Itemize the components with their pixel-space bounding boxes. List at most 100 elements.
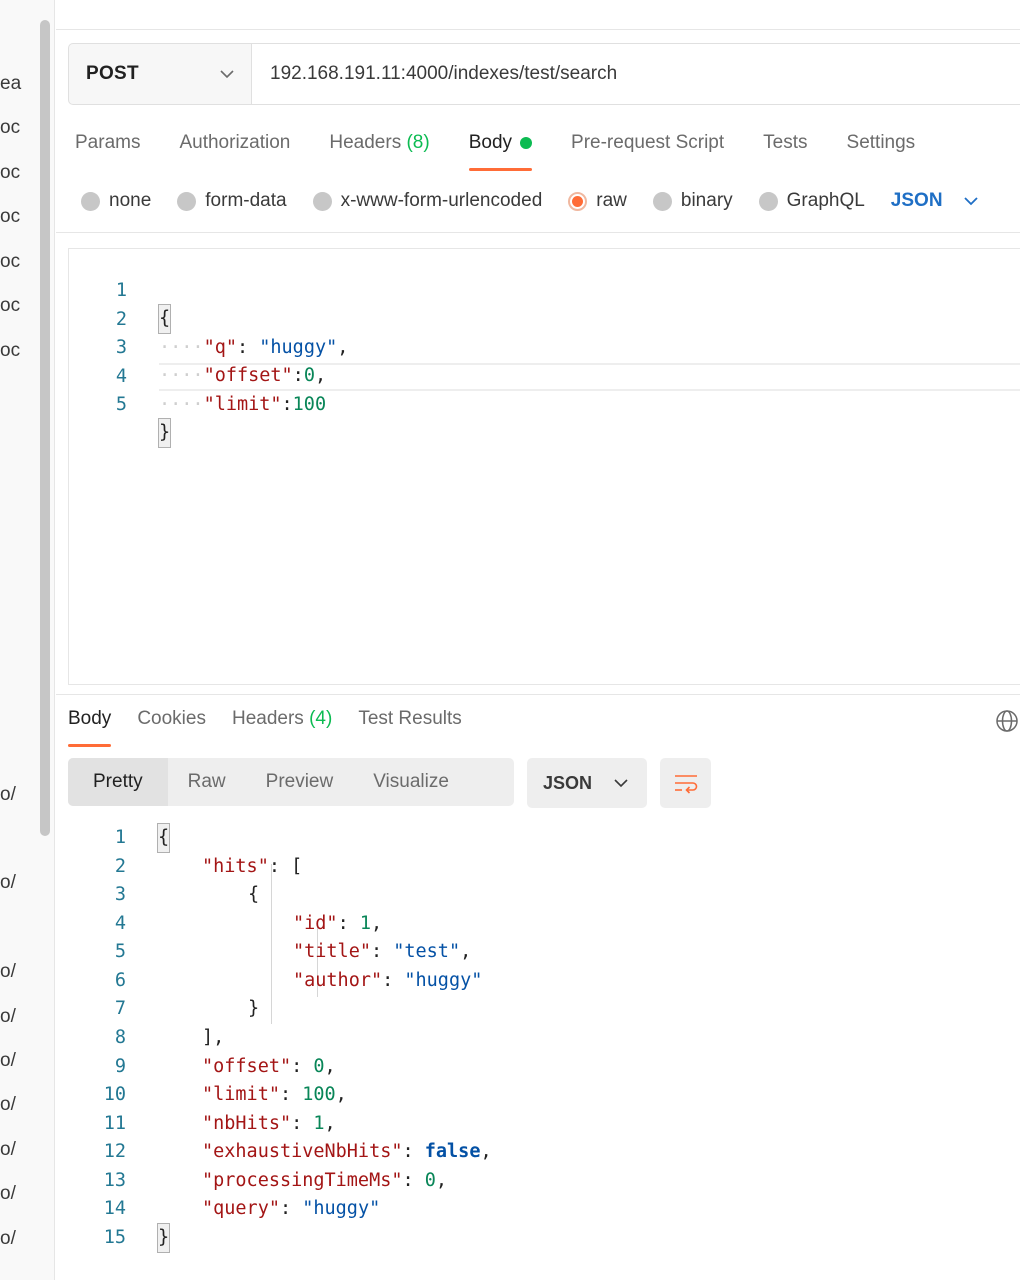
response-body-viewer[interactable]: 1 { 2 "hits": [ 3 { 4 "id": 1, 5 "title": "te… xyxy=(68,823,1020,1254)
json-key: "title" xyxy=(293,941,371,962)
tab-label: Body xyxy=(68,708,112,729)
tab-response-body[interactable]: Body xyxy=(68,705,112,747)
code-line: 4 ····"limit":100 xyxy=(69,335,326,415)
tab-headers[interactable]: Headers (8) xyxy=(329,128,429,174)
sidebar-item-fragment[interactable]: oc xyxy=(0,162,20,184)
json-key: "author" xyxy=(293,970,383,991)
radio-button[interactable] xyxy=(81,191,100,211)
sidebar-item-fragment[interactable]: oc xyxy=(0,206,20,228)
request-tabs: Params Authorization Headers (8) Body Pr… xyxy=(75,128,954,174)
sidebar-item-fragment[interactable]: o/ xyxy=(0,1094,16,1116)
globe-icon[interactable] xyxy=(995,709,1019,733)
json-value: 0 xyxy=(313,1056,325,1077)
json-value: 1 xyxy=(359,913,371,934)
radio-none[interactable]: none xyxy=(81,190,151,212)
view-visualize[interactable]: Visualize xyxy=(353,758,469,806)
radio-button[interactable] xyxy=(758,191,778,211)
json-punct: , xyxy=(435,1170,448,1191)
tab-label: Params xyxy=(75,132,141,153)
tab-settings[interactable]: Settings xyxy=(847,128,916,174)
url-input[interactable]: 192.168.191.11:4000/indexes/test/search xyxy=(252,44,1020,104)
tab-tests[interactable]: Tests xyxy=(763,128,807,174)
headers-count: (4) xyxy=(309,708,333,729)
view-preview[interactable]: Preview xyxy=(246,758,354,806)
radio-binary[interactable]: binary xyxy=(652,190,733,212)
json-value: 100 xyxy=(292,394,327,415)
sidebar-item-fragment[interactable]: o/ xyxy=(0,961,16,983)
method-select[interactable]: POST xyxy=(69,44,252,104)
json-punct: : [ xyxy=(268,856,303,877)
radio-button[interactable] xyxy=(177,191,197,211)
json-punct: : xyxy=(291,1056,314,1077)
sidebar-item-fragment[interactable]: o/ xyxy=(0,784,16,806)
sidebar-item-fragment[interactable]: oc xyxy=(0,251,20,273)
line-number: 15 xyxy=(103,1227,126,1248)
sidebar-item-fragment[interactable]: oc xyxy=(0,117,20,139)
response-format-label: JSON xyxy=(543,772,593,793)
wrap-lines-button[interactable] xyxy=(660,758,711,808)
headers-count: (8) xyxy=(406,132,430,153)
divider xyxy=(56,232,1020,233)
sidebar-scrollbar[interactable] xyxy=(40,20,50,836)
tab-body[interactable]: Body xyxy=(468,128,533,174)
json-punct: { xyxy=(156,823,171,853)
json-punct: } xyxy=(248,998,260,1019)
tab-label: Authorization xyxy=(179,132,291,153)
sidebar-item-fragment[interactable]: oc xyxy=(0,340,20,362)
sidebar-item-fragment[interactable]: o/ xyxy=(0,1139,16,1161)
radio-button[interactable] xyxy=(312,191,332,211)
line-number: 3 xyxy=(114,884,126,905)
line-number: 13 xyxy=(103,1170,126,1191)
json-punct: : xyxy=(279,1198,303,1219)
request-body-editor[interactable]: 1 { 2 ····"q": "huggy", 3 ····"offset":0… xyxy=(68,248,1020,685)
tab-label: Headers xyxy=(329,132,402,153)
code-text: { xyxy=(157,304,172,334)
sidebar-item-fragment[interactable]: ea xyxy=(0,73,21,95)
wrap-lines-icon xyxy=(674,775,697,794)
radio-button-selected[interactable] xyxy=(568,191,588,211)
json-punct: , xyxy=(335,1084,347,1105)
line-number: 12 xyxy=(103,1141,126,1162)
code-text: } xyxy=(157,418,172,448)
tab-test-results[interactable]: Test Results xyxy=(358,705,461,747)
request-header-band xyxy=(56,0,1020,30)
response-format-select[interactable]: JSON xyxy=(527,758,647,808)
tab-pre-request-script[interactable]: Pre-request Script xyxy=(571,128,724,174)
json-punct: : xyxy=(279,1084,303,1105)
line-number: 6 xyxy=(114,970,126,991)
json-punct: : xyxy=(337,913,360,934)
radio-graphql[interactable]: GraphQL xyxy=(758,190,865,212)
code-line: 3 ····"offset":0, xyxy=(69,306,326,386)
tab-cookies[interactable]: Cookies xyxy=(137,705,206,747)
json-value: 100 xyxy=(302,1084,336,1105)
line-number: 8 xyxy=(114,1027,126,1048)
radio-label: binary xyxy=(680,190,733,211)
tab-params[interactable]: Params xyxy=(75,128,140,174)
tab-response-headers[interactable]: Headers (4) xyxy=(232,705,332,747)
body-indicator-dot xyxy=(520,137,533,149)
tab-label: Cookies xyxy=(137,708,206,729)
whitespace-marker: ···· xyxy=(159,365,204,386)
sidebar-item-fragment[interactable]: o/ xyxy=(0,1228,16,1250)
view-pretty[interactable]: Pretty xyxy=(68,758,168,806)
radio-button[interactable] xyxy=(652,191,672,211)
sidebar-item-fragment[interactable]: o/ xyxy=(0,1050,16,1072)
line-number: 11 xyxy=(103,1113,126,1134)
json-punct: , xyxy=(460,941,472,962)
code-line: 5 } xyxy=(69,363,172,448)
tab-authorization[interactable]: Authorization xyxy=(179,128,290,174)
json-punct: : xyxy=(281,394,293,415)
radio-form-data[interactable]: form-data xyxy=(177,190,287,212)
radio-x-www-form-urlencoded[interactable]: x-www-form-urlencoded xyxy=(312,190,542,212)
json-punct: ], xyxy=(202,1027,225,1048)
json-key: "query" xyxy=(202,1198,280,1219)
body-format-select[interactable]: JSON xyxy=(891,190,979,212)
radio-raw[interactable]: raw xyxy=(568,190,627,212)
sidebar-item-fragment[interactable]: o/ xyxy=(0,1183,16,1205)
sidebar-item-fragment[interactable]: oc xyxy=(0,295,20,317)
view-raw[interactable]: Raw xyxy=(168,758,246,806)
url-bar: POST 192.168.191.11:4000/indexes/test/se… xyxy=(68,43,1020,105)
json-punct: , xyxy=(314,365,327,386)
sidebar-item-fragment[interactable]: o/ xyxy=(0,1006,16,1028)
sidebar-item-fragment[interactable]: o/ xyxy=(0,872,16,894)
